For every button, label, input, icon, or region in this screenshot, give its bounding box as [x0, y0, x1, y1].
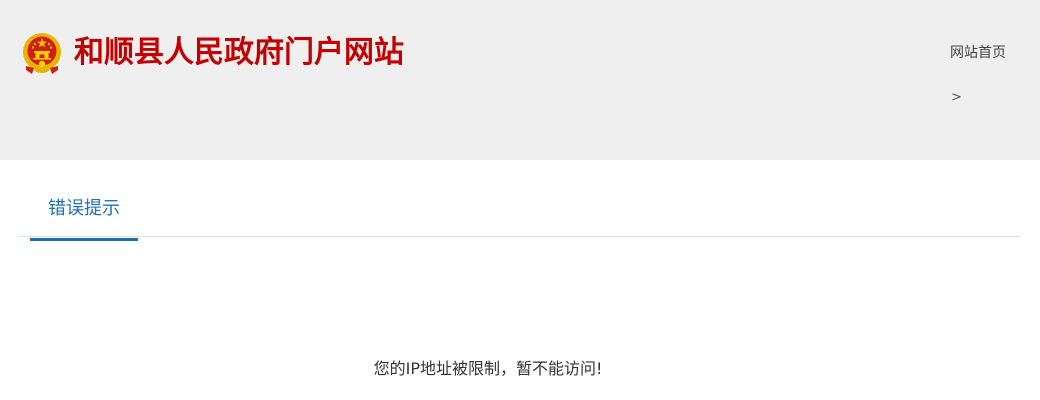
breadcrumb-separator: >: [951, 90, 962, 105]
tab-bar-divider: [18, 236, 1021, 237]
national-emblem-icon: [23, 33, 61, 74]
home-link[interactable]: 网站首页: [950, 44, 1006, 62]
tab-label: 错误提示: [48, 198, 120, 219]
site-title: 和顺县人民政府门户网站: [74, 35, 404, 70]
tab-active-indicator: [30, 238, 138, 241]
tab-error-notice[interactable]: 错误提示: [30, 194, 138, 241]
site-header: 和顺县人民政府门户网站 网站首页 >: [0, 0, 1040, 160]
error-message: 您的IP地址被限制，暂不能访问!: [373, 359, 603, 378]
